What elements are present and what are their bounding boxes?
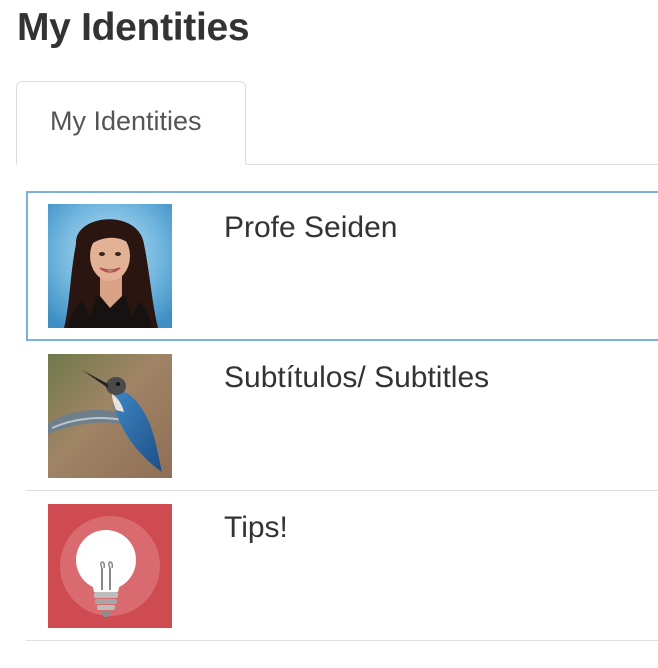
- identity-name: Subtítulos/ Subtitles: [224, 361, 490, 394]
- page-title: My Identities: [17, 6, 250, 49]
- tab-my-identities[interactable]: My Identities: [16, 81, 246, 165]
- identity-name: Profe Seiden: [224, 211, 398, 244]
- portrait-photo-icon: [48, 204, 172, 328]
- identity-item-profe-seiden[interactable]: Profe Seiden: [26, 191, 658, 341]
- identity-list: Profe Seiden Subtítulos/ Subtitles Tips!: [26, 191, 658, 641]
- tab-label: My Identities: [50, 106, 202, 136]
- lightbulb-icon: [48, 504, 172, 628]
- avatar: [48, 504, 172, 628]
- hummingbird-photo-icon: [48, 354, 172, 478]
- identity-name: Tips!: [224, 511, 288, 544]
- identity-item-tips[interactable]: Tips!: [26, 491, 658, 641]
- identity-item-subtitulos[interactable]: Subtítulos/ Subtitles: [26, 341, 658, 491]
- avatar: [48, 354, 172, 478]
- tab-bar: My Identities: [16, 81, 658, 165]
- avatar: [48, 204, 172, 328]
